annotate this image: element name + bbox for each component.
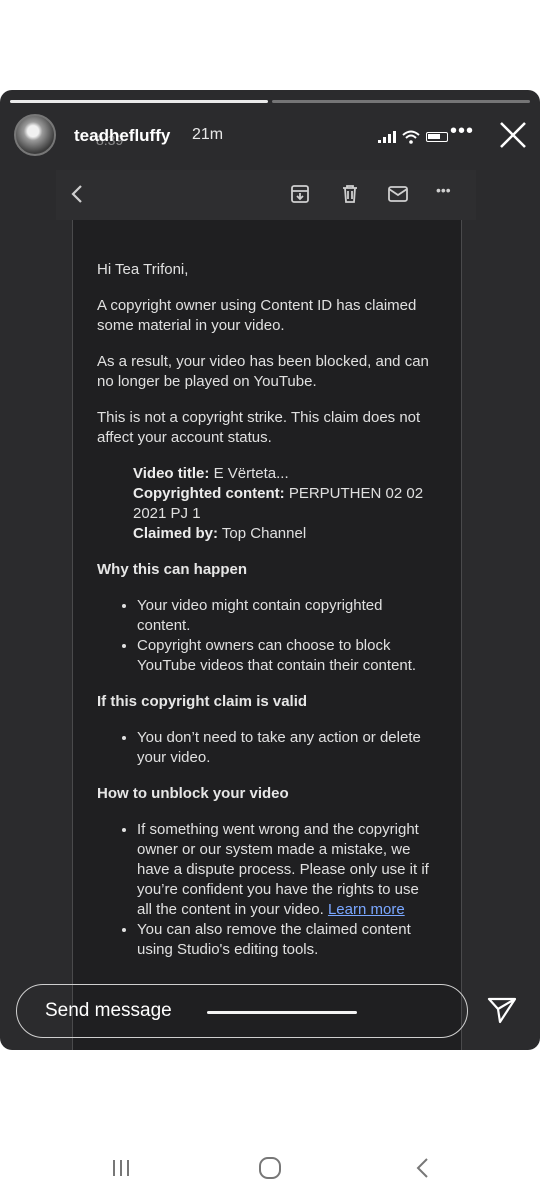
status-icons (378, 130, 448, 144)
section-heading: If this copyright claim is valid (97, 693, 308, 710)
email-content: Hi Tea Trifoni, A copyright owner using … (97, 260, 437, 976)
progress-segment (272, 100, 530, 103)
list-item: Your video might contain copyrighted con… (137, 596, 437, 636)
claimed-by-row: Claimed by: Top Channel (133, 525, 307, 542)
list-item: Copyright owners can choose to block You… (137, 636, 437, 676)
list-item: If something went wrong and the copyrigh… (137, 820, 437, 920)
section-heading: How to unblock your video (97, 785, 289, 802)
learn-more-link[interactable]: Learn more (328, 901, 405, 918)
back-icon[interactable] (408, 1154, 438, 1182)
signal-icon (378, 131, 396, 143)
email-paragraph: As a result, your video has been blocked… (97, 353, 429, 390)
copyrighted-content-row: Copyrighted content: PERPUTHEN 02 02 202… (133, 485, 424, 522)
why-list: Your video might contain copyrighted con… (97, 596, 437, 676)
send-message-input[interactable]: Send message (16, 984, 468, 1038)
list-item: You can also remove the claimed content … (137, 920, 437, 960)
send-message-placeholder: Send message (45, 1000, 172, 1021)
email-greeting: Hi Tea Trifoni, (97, 261, 189, 278)
delete-icon[interactable] (338, 182, 362, 206)
recent-apps-icon[interactable] (106, 1154, 136, 1182)
progress-segment (10, 100, 268, 103)
wifi-icon (402, 130, 420, 144)
avatar[interactable] (14, 114, 56, 156)
story-progress (10, 100, 530, 103)
home-icon[interactable] (255, 1154, 285, 1182)
story-username[interactable]: teadhefluffy 8:39 (74, 126, 170, 148)
story-more-button[interactable]: ••• (450, 120, 474, 143)
system-navbar (0, 1130, 540, 1200)
close-icon[interactable] (496, 118, 530, 152)
section-heading: Why this can happen (97, 561, 248, 578)
video-title-row: Video title: E Vërteta... (133, 465, 289, 482)
back-arrow-icon[interactable] (66, 182, 90, 206)
battery-icon (426, 132, 448, 142)
mail-icon[interactable] (386, 182, 410, 206)
archive-icon[interactable] (288, 182, 312, 206)
email-paragraph: This is not a copyright strike. This cla… (97, 409, 421, 446)
email-paragraph: A copyright owner using Content ID has c… (97, 297, 417, 334)
unblock-list: If something went wrong and the copyrigh… (97, 820, 437, 960)
input-underline (207, 1011, 357, 1014)
email-body: Hi Tea Trifoni, A copyright owner using … (72, 220, 462, 1050)
story-viewer: teadhefluffy 8:39 21m ••• ••• Hi Tea Tri… (0, 90, 540, 1050)
more-dots-icon[interactable]: ••• (436, 182, 451, 198)
email-toolbar: ••• (56, 170, 476, 220)
list-item: You don’t need to take any action or del… (137, 728, 437, 768)
story-time-ago: 21m (192, 126, 224, 143)
status-time-ghost: 8:39 (96, 132, 124, 148)
valid-list: You don’t need to take any action or del… (97, 728, 437, 768)
send-icon[interactable] (486, 994, 518, 1026)
claim-details: Video title: E Vërteta... Copyrighted co… (97, 464, 437, 544)
